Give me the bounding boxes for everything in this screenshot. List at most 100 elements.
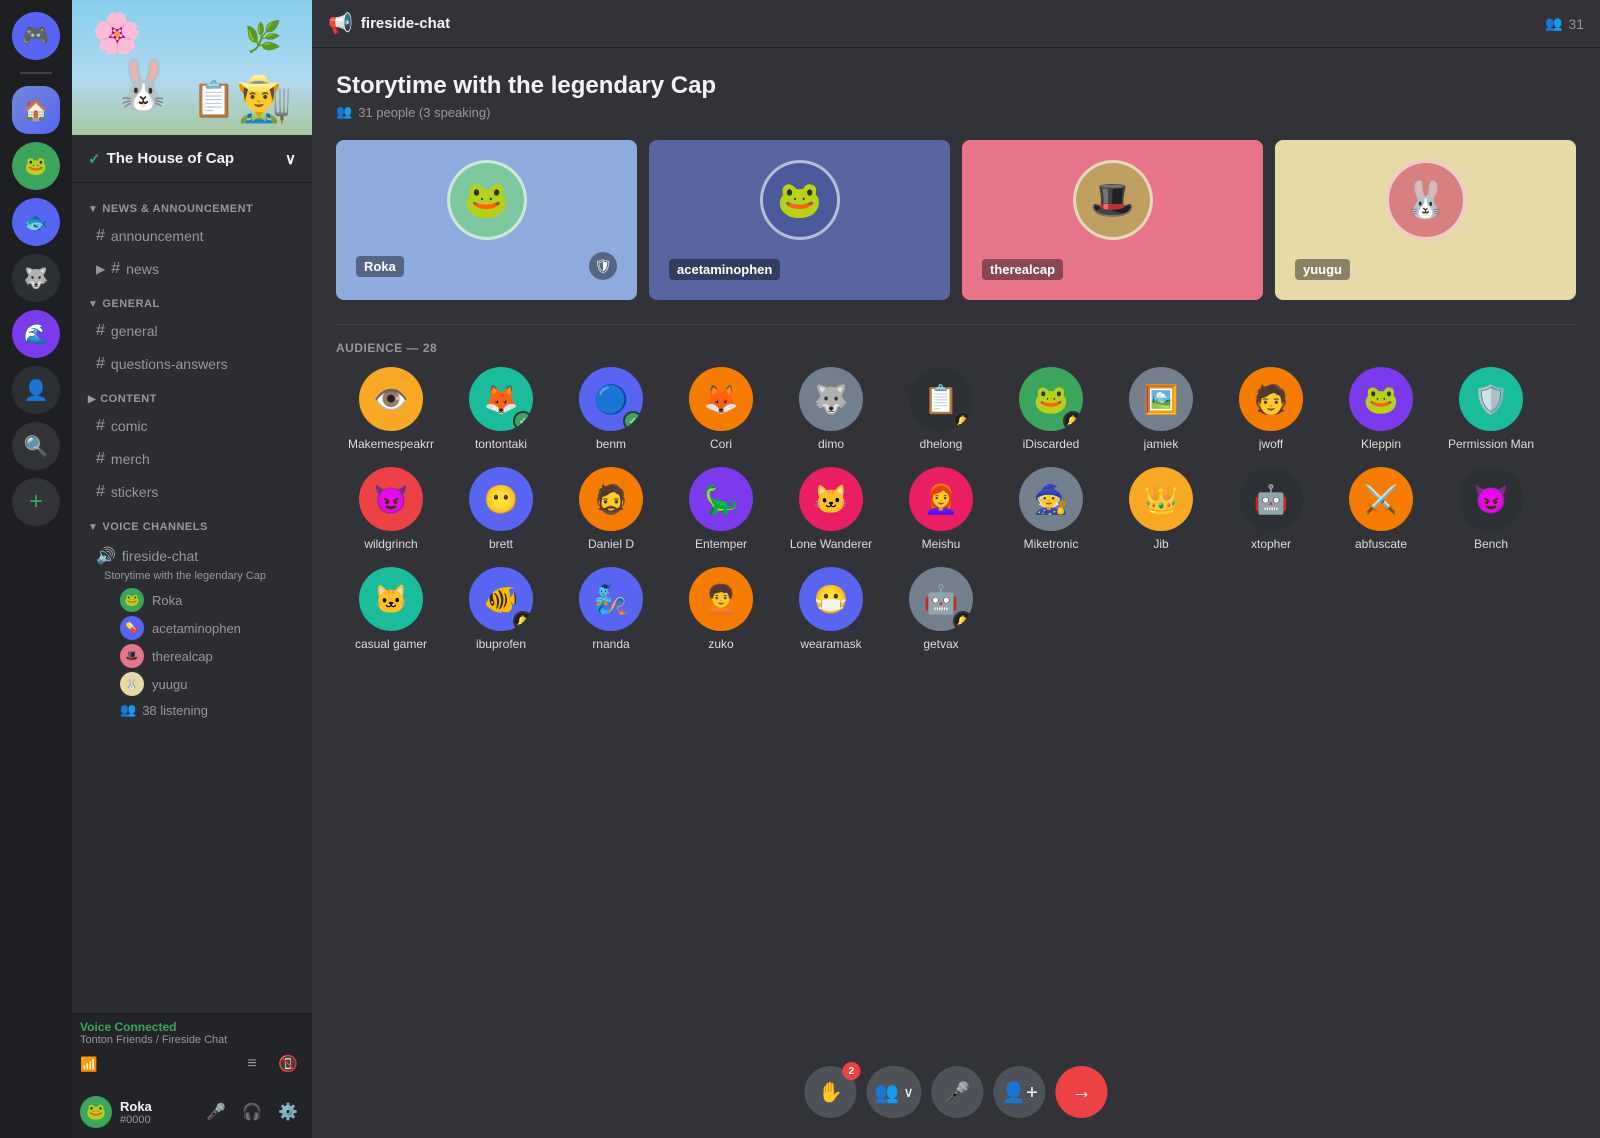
audience-avatar-idiscarded: 🐸 🔔 (1019, 367, 1083, 431)
mute-button[interactable]: 🎤 (200, 1096, 232, 1128)
voice-member-acetaminophen: 💊 acetaminophen (96, 614, 296, 642)
server-banner: 🌸 🌿 🐰 👨‍🌾 📋 (72, 0, 312, 135)
raise-hand-button[interactable]: ✋ 2 (804, 1066, 856, 1118)
server-icon-5[interactable]: 🌊 (12, 310, 60, 358)
audience-avatar-jib: 👑 (1129, 467, 1193, 531)
audience-avatar-bench: 😈 (1459, 467, 1523, 531)
audience-avatar-permission-man: 🛡️ (1459, 367, 1523, 431)
speaker-card-bottom-therealcap: therealcap (982, 259, 1243, 280)
stage-meta: 👥 31 people (3 speaking) (336, 104, 1576, 120)
user-name: Roka (120, 1099, 192, 1114)
user-tag: #0000 (120, 1114, 192, 1126)
icon-rail: 🎮 🏠 🐸 🐟 🐺 🌊 👤 🔍 + (0, 0, 72, 1138)
speaker-name-yuugu: yuugu (1295, 259, 1350, 280)
server-name: The House of Cap (107, 150, 235, 167)
server-icon-1[interactable]: 🏠 (12, 86, 60, 134)
deafen-button[interactable]: 🎧 (236, 1096, 268, 1128)
footer-icons: 🎤 🎧 ⚙️ (200, 1096, 304, 1128)
voice-member-name-yuugu: yuugu (152, 677, 187, 692)
channel-comic[interactable]: # comic (80, 410, 304, 442)
audience-avatar-wearamask: 😷 (799, 567, 863, 631)
category-news-label: NEWS & ANNOUNCEMENT (102, 203, 253, 215)
add-speaker-button[interactable]: 👤+ (994, 1066, 1046, 1118)
audience-name-rnanda: rnanda (592, 637, 629, 651)
hash-icon-2: # (111, 260, 120, 278)
server-dropdown-icon[interactable]: ∨ (285, 150, 296, 168)
voice-member-yuugu: 🐰 yuugu (96, 670, 296, 698)
audience-member-permission-man: 🛡️ Permission Man (1436, 367, 1546, 451)
audience-name-lone-wanderer: Lone Wanderer (790, 537, 872, 551)
stage-title: Storytime with the legendary Cap (336, 72, 1576, 100)
audience-member-makemespeakrr: 👁️ Makemespeakrr (336, 367, 446, 451)
audience-name-brett: brett (489, 537, 513, 551)
audience-header: AUDIENCE — 28 (336, 341, 1576, 355)
voice-channel-fireside[interactable]: 🔊 fireside-chat Storytime with the legen… (80, 538, 304, 726)
mute-mic-button[interactable]: 🎤 (932, 1066, 984, 1118)
discord-home-button[interactable]: 🎮 (12, 12, 60, 60)
channel-stickers[interactable]: # stickers (80, 476, 304, 508)
channels-list: ▼ NEWS & ANNOUNCEMENT # announcement ▶ #… (72, 183, 312, 1013)
server-icon-3[interactable]: 🐟 (12, 198, 60, 246)
category-content[interactable]: ▶ CONTENT (72, 381, 312, 409)
vc-menu-icon[interactable]: ≡ (236, 1048, 268, 1080)
channel-general[interactable]: # general (80, 315, 304, 347)
audience-name-casual-gamer: casual gamer (355, 637, 427, 651)
members-count: 31 (1568, 16, 1584, 32)
audience-name-permission-man: Permission Man (1448, 437, 1534, 451)
invite-speaker-button[interactable]: 👥 ∨ (866, 1066, 921, 1118)
bottom-controls: ✋ 2 👥 ∨ 🎤 👤+ → (804, 1066, 1107, 1118)
audience-avatar-wildgrinch: 😈 (359, 467, 423, 531)
channel-announcement[interactable]: # announcement (80, 220, 304, 252)
speaker-name-acetaminophen: acetaminophen (669, 259, 780, 280)
leave-stage-button[interactable]: → (1056, 1066, 1108, 1118)
channel-news-label: news (126, 261, 159, 277)
audience-name-xtopher: xtopher (1251, 537, 1291, 551)
audience-avatar-entemper: 🦕 (689, 467, 753, 531)
search-button[interactable]: 🔍 (12, 422, 60, 470)
channel-questions[interactable]: # questions-answers (80, 348, 304, 380)
speaker-avatar-therealcap: 🎩 (1073, 160, 1153, 240)
speaker-card-roka: 🐸 Roka 🛡 (336, 140, 637, 300)
listening-count: 👥 38 listening (96, 698, 296, 722)
audience-member-brett: 😶 brett (446, 467, 556, 551)
category-voice[interactable]: ▼ VOICE CHANNELS (72, 509, 312, 537)
settings-button[interactable]: ⚙️ (272, 1096, 304, 1128)
raise-hand-badge: 2 (842, 1062, 860, 1080)
audience-name-makemespeakrr: Makemespeakrr (348, 437, 434, 451)
audience-member-cori: 🦊 Cori (666, 367, 776, 451)
audience-name-daniel-d: Daniel D (588, 537, 634, 551)
server-icon-2[interactable]: 🐸 (12, 142, 60, 190)
audience-member-miketronic: 🧙 Miketronic (996, 467, 1106, 551)
audience-avatar-miketronic: 🧙 (1019, 467, 1083, 531)
speaker-icon: 🔊 (96, 546, 116, 566)
category-news[interactable]: ▼ NEWS & ANNOUNCEMENT (72, 191, 312, 219)
category-arrow: ▼ (88, 204, 98, 215)
voice-member-name-roka: Roka (152, 593, 182, 608)
audience-name-cori: Cori (710, 437, 732, 451)
audience-avatar-getvax: 🤖 🔔 (909, 567, 973, 631)
add-server-button[interactable]: + (12, 478, 60, 526)
server-icon-6[interactable]: 👤 (12, 366, 60, 414)
server-icon-4[interactable]: 🐺 (12, 254, 60, 302)
speaker-card-yuugu: 🐰 yuugu (1275, 140, 1576, 300)
audience-avatar-kleppin: 🐸 (1349, 367, 1413, 431)
vc-disconnect-icon[interactable]: 📵 (272, 1048, 304, 1080)
server-header[interactable]: ✓ The House of Cap ∨ (72, 135, 312, 183)
category-general[interactable]: ▼ GENERAL (72, 286, 312, 314)
voice-member-name-therealcap: therealcap (152, 649, 213, 664)
members-icon: 👥 (1545, 15, 1562, 32)
voice-member-therealcap: 🎩 therealcap (96, 642, 296, 670)
audience-avatar-casual-gamer: 🐱 (359, 567, 423, 631)
voice-channel-subtitle: Storytime with the legendary Cap (96, 570, 296, 582)
audience-member-dhelong: 📋 🔔 dhelong (886, 367, 996, 451)
channel-news[interactable]: ▶ # news (80, 253, 304, 285)
audience-avatar-xtopher: 🤖 (1239, 467, 1303, 531)
audience-name-miketronic: Miketronic (1024, 537, 1079, 551)
audience-member-daniel-d: 🧔 Daniel D (556, 467, 666, 551)
tontontaki-badge: ✓ (513, 411, 533, 431)
hash-icon-4: # (96, 355, 105, 373)
channel-merch[interactable]: # merch (80, 443, 304, 475)
audience-name-wearamask: wearamask (800, 637, 861, 651)
audience-avatar-zuko: 🧑‍🦱 (689, 567, 753, 631)
audience-member-lone-wanderer: 🐱 Lone Wanderer (776, 467, 886, 551)
